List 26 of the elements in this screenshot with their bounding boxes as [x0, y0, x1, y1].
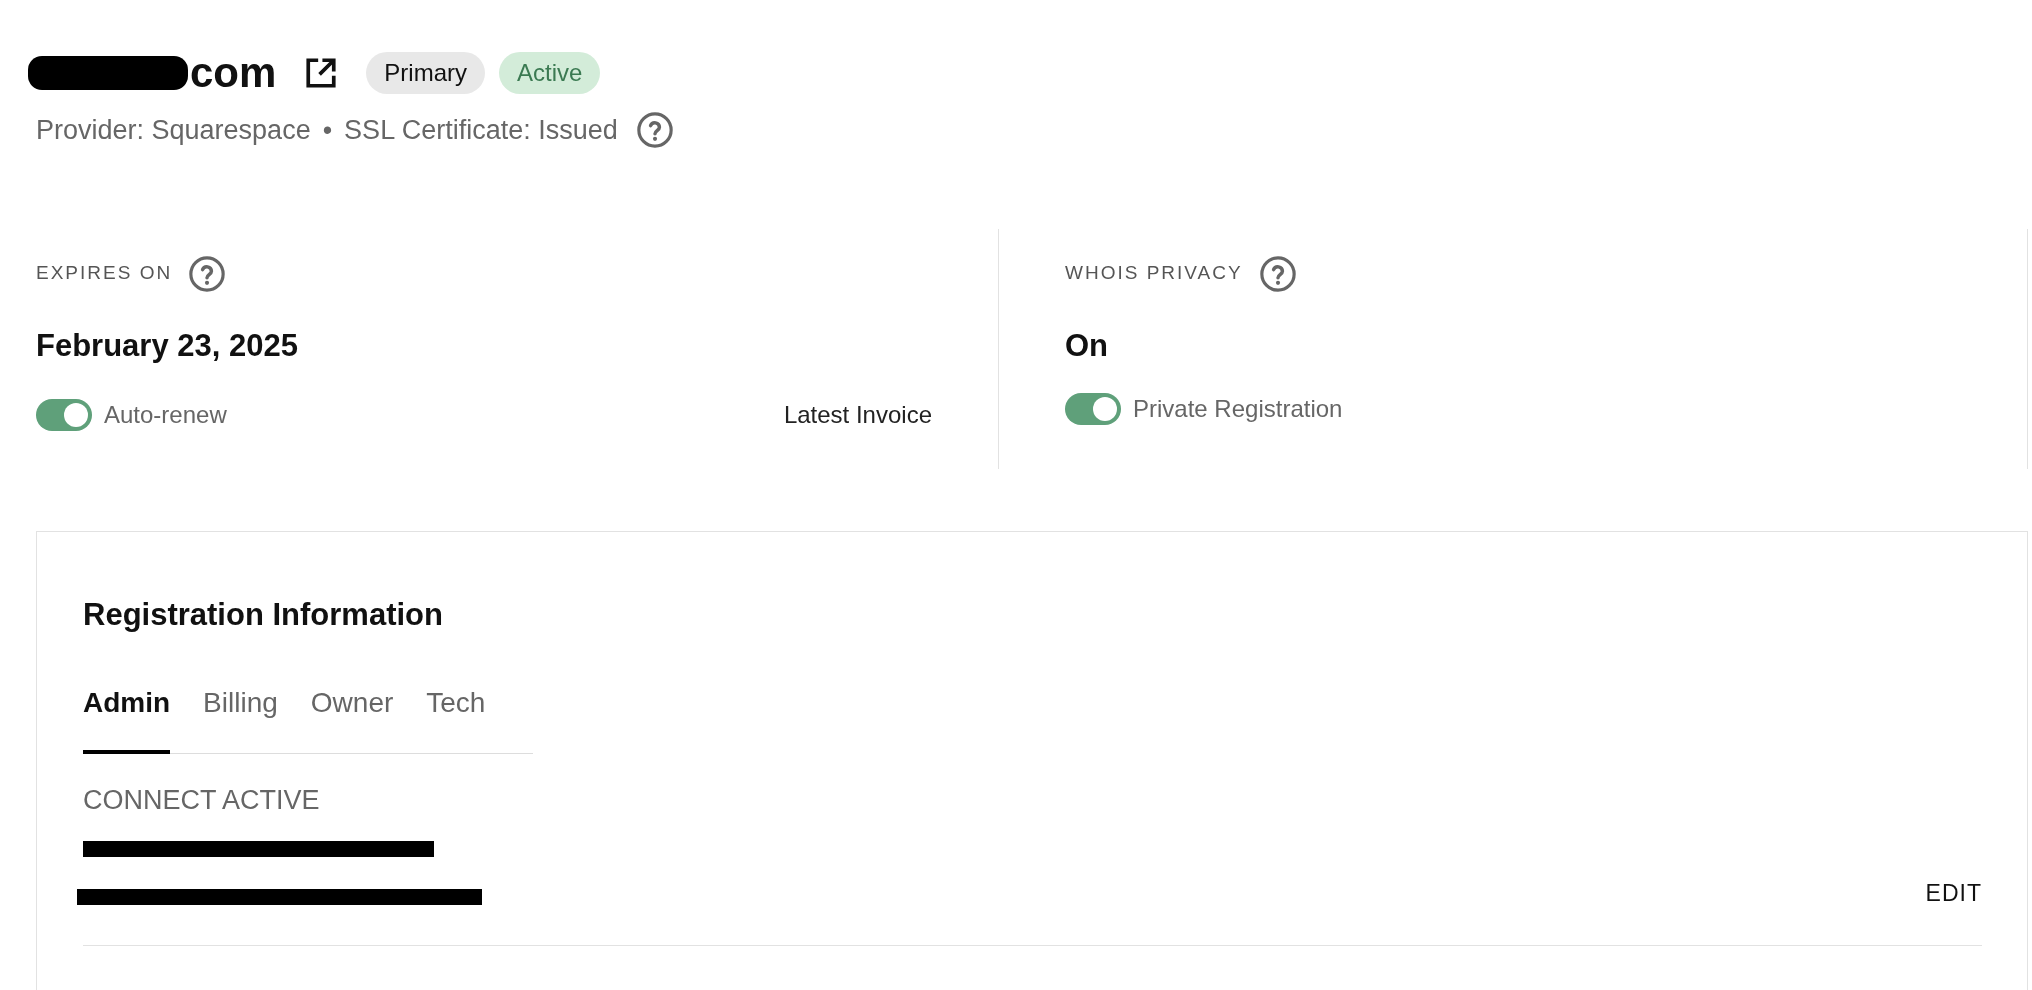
- contact-tab[interactable]: Owner: [310, 682, 394, 754]
- contact-tab[interactable]: Tech: [426, 682, 486, 754]
- edit-button[interactable]: EDIT: [1925, 876, 1982, 911]
- separator-dot: •: [322, 114, 333, 147]
- toggle-label: Auto-renew: [104, 400, 227, 430]
- ssl-status-text: SSL Certificate: Issued: [344, 114, 618, 147]
- status-badge: Primary: [366, 52, 486, 94]
- help-icon[interactable]: [188, 254, 227, 293]
- contact-tab[interactable]: Billing: [203, 682, 278, 754]
- help-icon[interactable]: [635, 111, 674, 150]
- external-link-icon[interactable]: [304, 56, 339, 90]
- toggle-switch[interactable]: [36, 399, 92, 431]
- toggle-label: Private Registration: [1133, 394, 1343, 424]
- section-label: EXPIRES ON: [36, 261, 173, 286]
- contact-name: CONNECT ACTIVE: [83, 784, 321, 817]
- provider-text: Provider: Squarespace: [36, 114, 311, 147]
- privacy-status: On: [1065, 326, 1110, 365]
- expiry-date: February 23, 2025: [36, 326, 299, 365]
- status-badge: Active: [499, 52, 601, 94]
- toggle-switch[interactable]: [1065, 393, 1121, 425]
- help-icon[interactable]: [1258, 254, 1297, 293]
- section-label: WHOIS PRIVACY: [1065, 261, 1243, 286]
- card-title: Registration Information: [83, 595, 444, 634]
- domain-name: com: [190, 52, 277, 94]
- latest-invoice-link[interactable]: Latest Invoice: [783, 397, 932, 433]
- contact-tab[interactable]: Admin: [83, 682, 171, 754]
